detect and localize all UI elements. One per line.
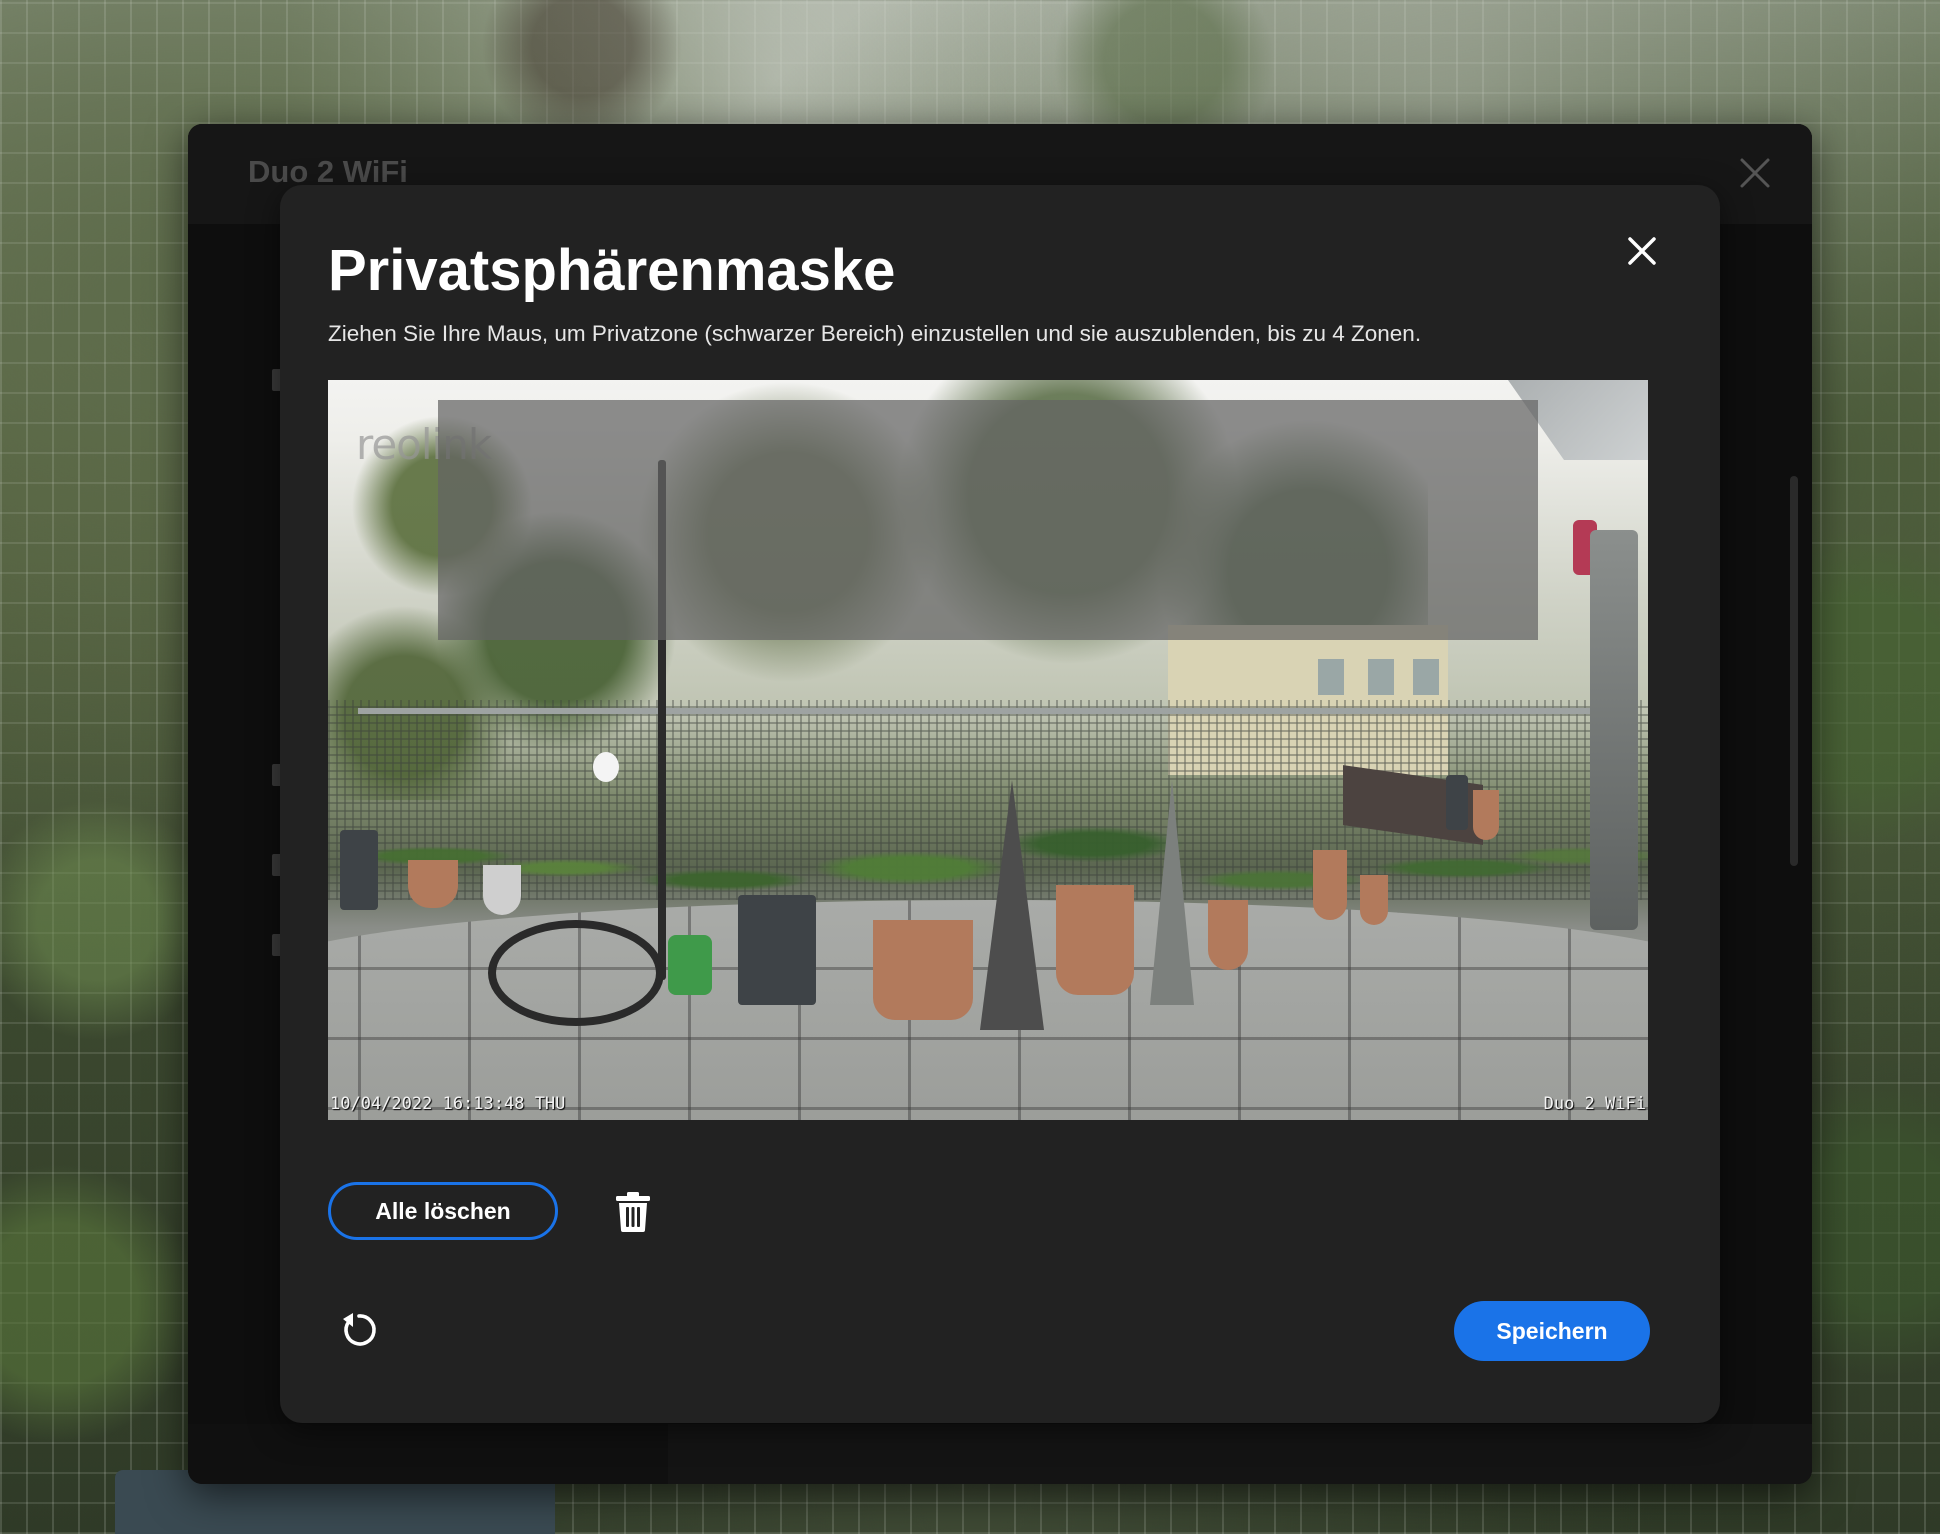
- scene-pot: [340, 830, 378, 910]
- close-icon[interactable]: [1622, 231, 1662, 271]
- clear-all-button[interactable]: Alle löschen: [328, 1182, 558, 1240]
- camera-preview[interactable]: reolink 10/04/2022 16:13:48 THU Duo 2 Wi…: [328, 380, 1648, 1120]
- scene-pot: [483, 865, 521, 915]
- privacy-mask-dialog: Privatsphärenmaske Ziehen Sie Ihre Maus,…: [280, 185, 1720, 1423]
- scene-pot: [1313, 850, 1347, 920]
- dialog-title: Privatsphärenmaske: [328, 238, 896, 303]
- scene-hose: [488, 920, 664, 1026]
- scene-pot: [1473, 790, 1499, 840]
- scene-pot: [1446, 775, 1468, 830]
- scene-pot: [738, 895, 816, 1005]
- scene-cone: [980, 780, 1044, 1030]
- scene-lamp: [593, 752, 619, 782]
- camera-name-overlay: Duo 2 WiFi: [1543, 1094, 1646, 1114]
- trash-icon: [616, 1192, 650, 1232]
- scene-laundry: [1590, 530, 1638, 930]
- delete-zone-button[interactable]: [610, 1188, 656, 1234]
- privacy-zone[interactable]: [438, 400, 1538, 640]
- close-icon[interactable]: [1736, 154, 1774, 192]
- camera-timestamp: 10/04/2022 16:13:48 THU: [330, 1094, 566, 1114]
- reset-icon: [343, 1313, 376, 1346]
- save-button[interactable]: Speichern: [1454, 1301, 1650, 1361]
- scrollbar[interactable]: [1790, 476, 1798, 866]
- scene-pot: [1056, 885, 1134, 995]
- reset-button[interactable]: [336, 1307, 382, 1353]
- scene-pot: [1360, 875, 1388, 925]
- scene-cone: [1150, 780, 1194, 1005]
- dialog-description: Ziehen Sie Ihre Maus, um Privatzone (sch…: [328, 321, 1422, 346]
- window-footer: [188, 1424, 1812, 1484]
- scene-pot: [408, 860, 458, 908]
- scene-watering-can: [668, 935, 712, 995]
- scene-rail-bar: [358, 708, 1638, 714]
- scene-pot: [873, 920, 973, 1020]
- scene-pot: [1208, 900, 1248, 970]
